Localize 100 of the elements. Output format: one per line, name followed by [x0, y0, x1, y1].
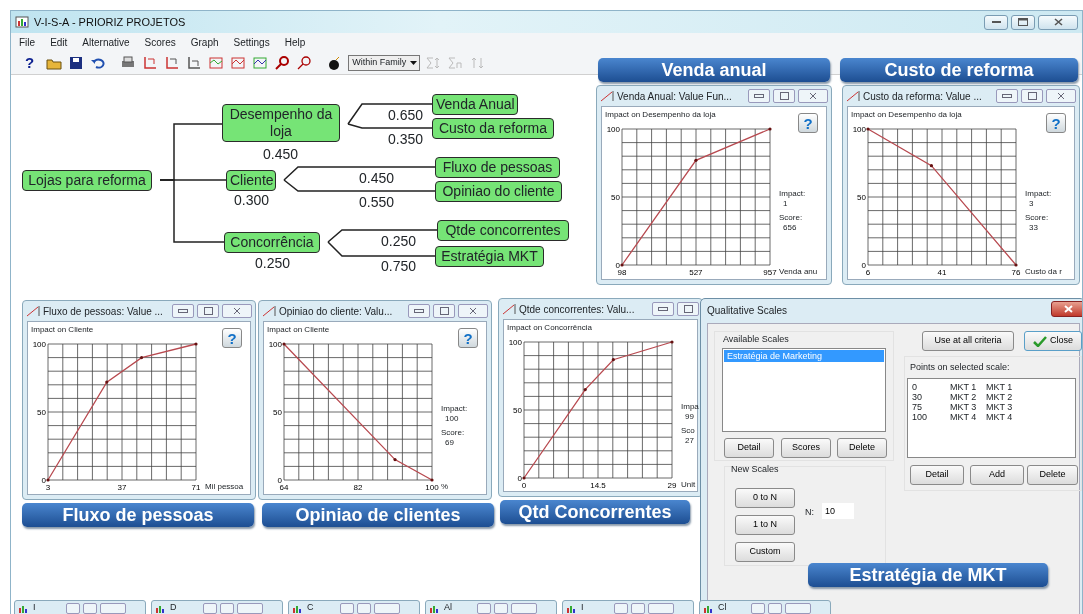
minimize-button[interactable] [996, 89, 1018, 103]
minimize-button[interactable] [748, 89, 770, 103]
scale-button[interactable]: Detail [724, 438, 774, 458]
axis-tick-label: 98 [617, 268, 627, 277]
menu-item[interactable]: Graph [190, 34, 219, 50]
axis-label: % [441, 482, 449, 492]
maximize-button[interactable] [1021, 89, 1043, 103]
restore-button[interactable] [477, 602, 491, 614]
graph-icon[interactable] [186, 54, 203, 71]
restore-button[interactable] [203, 602, 217, 614]
tree-node[interactable]: Qtde concorrentes [437, 220, 569, 241]
graph-icon[interactable] [164, 54, 181, 71]
minimized-window[interactable]: I [14, 600, 146, 614]
tree-node[interactable]: Custo da reforma [432, 118, 554, 139]
help-button[interactable]: ? [798, 113, 818, 133]
use-all-button[interactable]: Use at all criteria [922, 331, 1014, 351]
menu-item[interactable]: Edit [50, 34, 68, 50]
tree-node[interactable]: Venda Anual [432, 94, 518, 115]
menu-item[interactable]: Help [284, 34, 306, 50]
zoom-icon[interactable] [296, 54, 313, 71]
menu-item[interactable]: File [19, 34, 36, 50]
zoom-icon[interactable] [274, 54, 291, 71]
minimized-window[interactable]: C [288, 600, 420, 614]
close-button[interactable] [222, 304, 252, 318]
close-button[interactable] [798, 89, 828, 103]
restore-button[interactable] [614, 602, 628, 614]
close-icon [469, 307, 477, 315]
maximize-button[interactable] [773, 89, 795, 103]
info-text: 1 [783, 199, 788, 209]
help-button[interactable]: ? [1046, 113, 1066, 133]
minimized-window[interactable]: I [562, 600, 694, 614]
close-button[interactable] [1046, 89, 1076, 103]
minimized-window[interactable]: D [151, 600, 283, 614]
scale-button[interactable]: Scores [781, 438, 831, 458]
minimize-button[interactable] [408, 304, 430, 318]
axis-label: Venda anu [779, 267, 818, 277]
data-point [105, 380, 109, 384]
new-scale-button[interactable]: Custom [735, 542, 795, 562]
tree-node[interactable]: Estratégia MKT [435, 246, 544, 267]
menu-item[interactable]: Alternative [82, 34, 130, 50]
close-button[interactable]: Close [1024, 331, 1082, 351]
close-button[interactable] [1051, 301, 1082, 317]
data-point [768, 127, 772, 131]
maximize-icon [439, 307, 449, 315]
maximize-icon [203, 307, 213, 315]
tree-node[interactable]: Cliente [226, 170, 276, 191]
graph-icon[interactable] [142, 54, 159, 71]
minimize-button[interactable] [984, 14, 1008, 30]
maximize-button[interactable] [197, 304, 219, 318]
list-cell-text: 30 [912, 392, 923, 402]
tree-node[interactable]: Fluxo de pessoas [435, 157, 560, 178]
minimized-window[interactable]: Cl [699, 600, 831, 614]
data-point [929, 164, 934, 168]
save-icon[interactable] [68, 54, 85, 71]
data-point [670, 340, 674, 344]
info-text: Impact: [441, 404, 468, 414]
tree-node[interactable]: Opiniao do cliente [435, 181, 562, 202]
axis-tick-label: 71 [191, 483, 201, 492]
axis-tick-label: 100 [268, 340, 282, 349]
new-scale-button[interactable]: 1 to N [735, 515, 795, 535]
menu-item[interactable]: Settings [233, 34, 270, 50]
restore-button[interactable] [751, 602, 765, 614]
maximize-button[interactable] [1011, 14, 1035, 30]
point-button[interactable]: Detail [910, 465, 964, 485]
help-icon[interactable]: ? [25, 54, 35, 71]
maximize-button[interactable] [677, 302, 699, 316]
mode-dropdown[interactable]: Within Family [348, 54, 421, 71]
restore-button[interactable] [66, 602, 80, 614]
close-button[interactable] [458, 304, 488, 318]
help-button[interactable]: ? [222, 328, 242, 348]
minimize-button[interactable] [652, 302, 674, 316]
info-text: 100 [445, 414, 459, 424]
list-cell-text: MKT 4 [986, 412, 1014, 422]
menu-item[interactable]: Scores [144, 34, 176, 50]
chart-icon [502, 303, 516, 315]
minimize-icon [991, 20, 1001, 24]
axis-label: Custo da r [1025, 267, 1062, 277]
info-text: Impact: [779, 189, 806, 199]
chart-icon[interactable] [252, 54, 269, 71]
restore-button[interactable] [340, 602, 354, 614]
new-scale-button[interactable]: 0 to N [735, 488, 795, 508]
maximize-icon [683, 305, 693, 313]
point-button[interactable]: Delete [1027, 465, 1078, 485]
minimize-button[interactable] [172, 304, 194, 318]
point-button[interactable]: Add [970, 465, 1024, 485]
data-point [866, 127, 870, 131]
list-cell-text: MKT 1 [950, 382, 978, 392]
weight-label: 0.650 [388, 107, 424, 123]
info-text: 3 [1029, 199, 1034, 209]
maximize-button[interactable] [433, 304, 455, 318]
chart-icon[interactable] [230, 54, 247, 71]
tree-node[interactable]: Lojas para reforma [22, 170, 152, 191]
tree-node[interactable]: Concorrência [224, 232, 320, 253]
help-button[interactable]: ? [458, 328, 478, 348]
n-field[interactable]: 10 [822, 503, 854, 519]
minimized-window[interactable]: Al [425, 600, 557, 614]
scale-button[interactable]: Delete [837, 438, 887, 458]
chart-icon [567, 603, 578, 613]
tree-node[interactable]: Desempenho da loja [222, 104, 340, 142]
close-button[interactable] [1038, 14, 1078, 30]
